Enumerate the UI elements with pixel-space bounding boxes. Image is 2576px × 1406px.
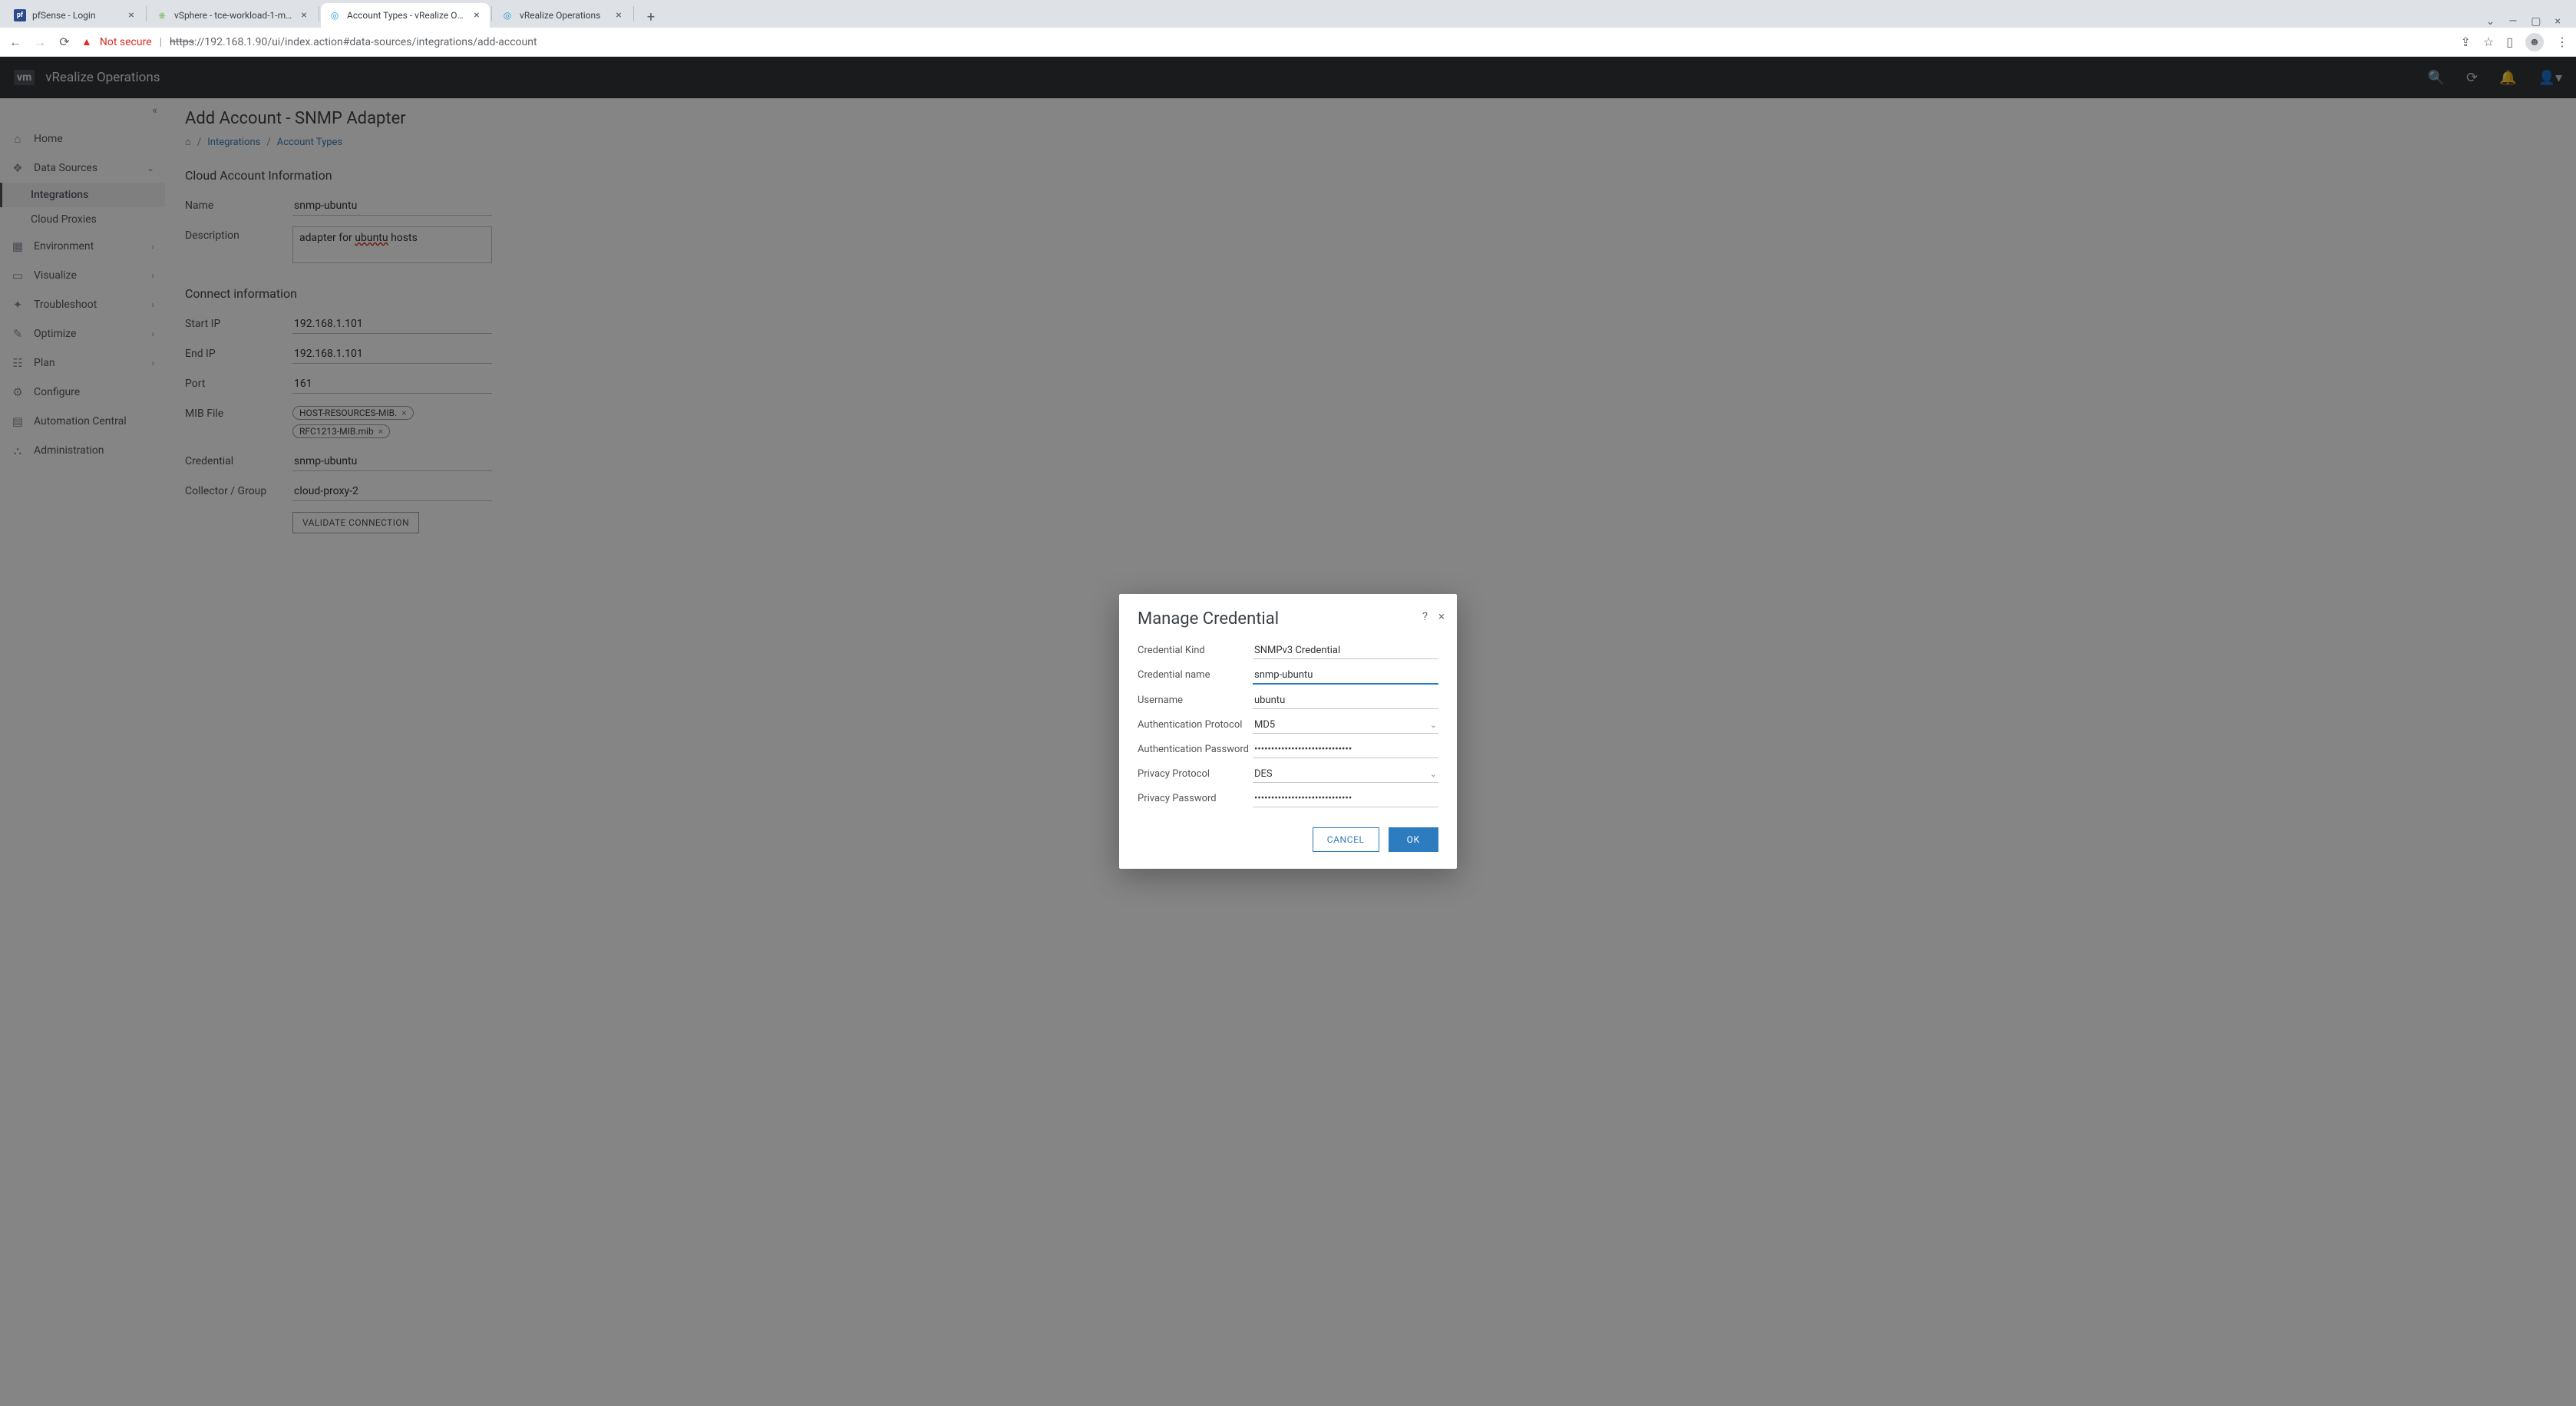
close-icon[interactable]: × [299,10,309,21]
new-tab-button[interactable]: + [640,6,662,28]
addr-right-icons: ⇪ ☆ ▯ ☻ ⋮ [2460,33,2568,51]
browser-tab[interactable]: pf pfSense - Login × [6,3,144,28]
tab-title: pfSense - Login [32,10,120,21]
credential-name-label: Credential name [1138,669,1253,682]
chevron-down-icon: ⌄ [1430,720,1437,730]
vsphere-favicon: ⎈ [156,9,168,21]
modal-title: Manage Credential [1138,609,1438,629]
tab-title: vSphere - tce-workload-1-md-2… [174,10,292,21]
reload-button[interactable]: ⟳ [57,35,72,49]
close-icon[interactable]: × [1438,609,1445,623]
help-icon[interactable]: ? [1422,609,1428,623]
url-box[interactable]: ▲ Not secure | https://192.168.1.90/ui/i… [81,35,2451,48]
credential-name-input[interactable] [1253,667,1438,685]
app-wrap: vm vRealize Operations 🔍 ⟳ 🔔 👤▾ « ⌂ Home… [0,57,2576,1406]
tab-title: vRealize Operations [520,10,607,21]
auth-password-input[interactable] [1253,741,1438,758]
username-label: Username [1138,695,1253,707]
browser-tab-strip: pf pfSense - Login × ⎈ vSphere - tce-wor… [0,0,2576,28]
panel-icon[interactable]: ▯ [2506,35,2513,49]
credential-kind-input[interactable] [1253,642,1438,659]
forward-button[interactable]: → [32,35,48,50]
back-button[interactable]: ← [8,35,23,50]
privacy-protocol-label: Privacy Protocol [1138,768,1253,781]
tab-separator [491,6,492,21]
browser-tab[interactable]: ◎ vRealize Operations × [494,3,632,28]
warning-icon: ▲ [81,35,92,48]
browser-tab[interactable]: ⎈ vSphere - tce-workload-1-md-2… × [148,3,317,28]
vrops-favicon: ◎ [501,9,514,21]
privacy-protocol-select[interactable]: DES⌄ [1253,766,1438,783]
privacy-password-label: Privacy Password [1138,793,1253,805]
chevron-down-icon: ⌄ [1430,769,1437,779]
tab-separator [633,6,634,21]
window-close-icon[interactable]: × [2555,15,2561,28]
maximize-icon[interactable]: ▢ [2531,15,2541,28]
tab-separator [146,6,147,21]
not-secure-label: Not secure [100,36,152,48]
kebab-menu-icon[interactable]: ⋮ [2556,35,2568,49]
browser-tab-active[interactable]: ◎ Account Types - vRealize Operat × [321,3,490,28]
credential-kind-label: Credential Kind [1138,645,1253,657]
cancel-button[interactable]: CANCEL [1313,827,1379,852]
auth-protocol-select[interactable]: MD5⌄ [1253,717,1438,734]
url-text: https://192.168.1.90/ui/index.action#dat… [170,36,537,48]
chevron-down-icon[interactable]: ⌄ [2486,15,2495,28]
minimize-icon[interactable]: — [2508,15,2517,28]
window-controls: ⌄ — ▢ × [2486,15,2570,28]
manage-credential-modal: ? × Manage Credential Credential Kind Cr… [1119,594,1457,869]
address-bar: ← → ⟳ ▲ Not secure | https://192.168.1.9… [0,28,2576,57]
close-icon[interactable]: × [126,10,137,21]
privacy-password-input[interactable] [1253,790,1438,807]
username-input[interactable] [1253,692,1438,709]
auth-password-label: Authentication Password [1138,744,1253,756]
profile-avatar[interactable]: ☻ [2525,33,2544,51]
close-icon[interactable]: × [471,10,482,21]
auth-protocol-label: Authentication Protocol [1138,719,1253,731]
ok-button[interactable]: OK [1389,827,1438,852]
vrops-favicon: ◎ [329,9,341,21]
tab-title: Account Types - vRealize Operat [347,10,465,21]
url-separator: | [160,36,162,48]
pf-favicon: pf [14,9,26,21]
close-icon[interactable]: × [613,10,624,21]
star-icon[interactable]: ☆ [2483,35,2494,49]
share-icon[interactable]: ⇪ [2460,35,2470,49]
